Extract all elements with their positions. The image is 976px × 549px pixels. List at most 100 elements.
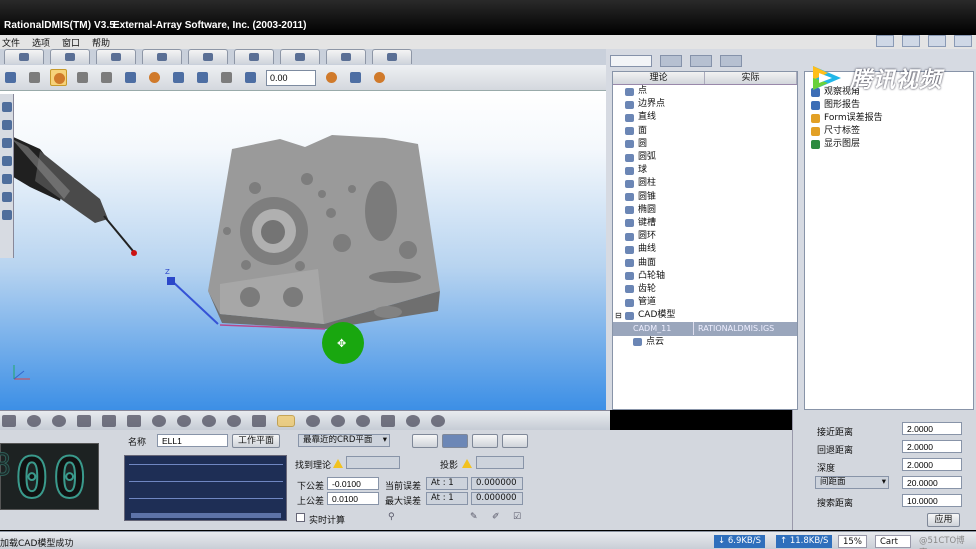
feature-gear-icon[interactable] xyxy=(431,414,445,427)
tree-item-line[interactable]: 直线 xyxy=(613,111,797,124)
offset-input[interactable] xyxy=(266,69,316,86)
approach-input[interactable] xyxy=(902,422,962,435)
probe-tool-icon[interactable] xyxy=(2,102,12,112)
feature-arc-icon[interactable] xyxy=(177,414,191,427)
menu-file[interactable]: 文件 xyxy=(2,36,20,49)
probe-path-button[interactable] xyxy=(347,69,364,86)
home-view-button[interactable] xyxy=(2,69,19,86)
tree-item-ellipse[interactable]: 椭圆 xyxy=(613,204,797,217)
move-button[interactable] xyxy=(122,69,139,86)
pick-icon[interactable] xyxy=(27,414,41,427)
layout-icon[interactable] xyxy=(954,35,972,47)
probe-tool-4-icon[interactable] xyxy=(2,156,12,166)
report-item-dim-label[interactable]: 尺寸标签 xyxy=(805,125,973,138)
tree-item-cone[interactable]: 圆锥 xyxy=(613,191,797,204)
tree-item-pipe[interactable]: 管道 xyxy=(613,296,797,309)
tree-item-camshaft[interactable]: 凸轮轴 xyxy=(613,270,797,283)
menu-help[interactable]: 帮助 xyxy=(92,36,110,49)
search-input[interactable] xyxy=(902,494,962,507)
probe-tool-5-icon[interactable] xyxy=(2,174,12,184)
snap-button[interactable] xyxy=(371,69,388,86)
collapse-icon[interactable]: ⊟ xyxy=(615,309,623,322)
feature-cam-icon[interactable] xyxy=(406,414,420,427)
report-item-form-error[interactable]: Form误差报告 xyxy=(805,112,973,125)
feature-ellipse-icon[interactable] xyxy=(277,414,295,427)
display-config-icon[interactable] xyxy=(928,35,946,47)
workplane-button[interactable]: 工作平面 xyxy=(232,434,280,448)
tab-table[interactable] xyxy=(96,49,136,64)
depth-input[interactable] xyxy=(902,458,962,471)
report-item-layers[interactable]: 显示图层 xyxy=(805,138,973,151)
tree-item-curve[interactable]: 曲线 xyxy=(613,243,797,256)
upper-tol-input[interactable] xyxy=(327,492,379,505)
cad-viewport[interactable]: Z ✥ xyxy=(0,91,606,410)
retract-input[interactable] xyxy=(902,440,962,453)
render-button[interactable] xyxy=(170,69,187,86)
feature-edge-icon[interactable] xyxy=(77,414,91,427)
edit-icon[interactable]: ✎ xyxy=(470,512,478,522)
measure-tab-button[interactable] xyxy=(412,434,438,448)
tab-color[interactable] xyxy=(188,49,228,64)
tree-item-slot[interactable]: 键槽 xyxy=(613,217,797,230)
tab-probes[interactable] xyxy=(660,55,682,67)
tab-report[interactable] xyxy=(372,49,412,64)
tree-item-cylinder[interactable]: 圆柱 xyxy=(613,177,797,190)
col-theory[interactable]: 理论 xyxy=(613,72,705,84)
points-tab-button[interactable] xyxy=(472,434,498,448)
feature-cylinder-icon[interactable] xyxy=(227,414,241,427)
tree-item-gear[interactable]: 齿轮 xyxy=(613,283,797,296)
zoom-window-button[interactable] xyxy=(74,69,91,86)
mode-value-input[interactable] xyxy=(902,476,962,489)
coord-mode-select[interactable]: Cart xyxy=(875,535,911,548)
section-button[interactable] xyxy=(242,69,259,86)
feature-plane-icon[interactable] xyxy=(127,414,141,427)
probe-tool-2-icon[interactable] xyxy=(2,120,12,130)
feature-line-icon[interactable] xyxy=(102,414,116,427)
probe-tool-7-icon[interactable] xyxy=(2,210,12,220)
feature-sphere-icon[interactable] xyxy=(202,414,216,427)
feature-torus-icon[interactable] xyxy=(331,414,345,427)
feature-circle-icon[interactable] xyxy=(152,414,166,427)
report-item-graphic[interactable]: 图形报告 xyxy=(805,99,973,112)
feature-cone-icon[interactable] xyxy=(252,414,266,427)
tree-item-cad-model[interactable]: ⊟ CAD模型 xyxy=(613,309,797,322)
tab-filter[interactable] xyxy=(690,55,712,67)
feature-name-input[interactable] xyxy=(157,434,228,447)
tree-item-plane[interactable]: 面 xyxy=(613,125,797,138)
confirm-icon[interactable]: ☑ xyxy=(513,512,521,522)
lower-tol-input[interactable] xyxy=(327,477,379,490)
measure-button[interactable] xyxy=(194,69,211,86)
tree-item-surface[interactable]: 曲面 xyxy=(613,256,797,269)
tab-home[interactable] xyxy=(4,49,44,64)
tree-item-cad-file[interactable]: CADM_11 RATIONALDMIS.IGS xyxy=(613,322,797,336)
clip-button[interactable] xyxy=(218,69,235,86)
view-button[interactable] xyxy=(146,69,163,86)
feature-slot-icon[interactable] xyxy=(306,414,320,427)
tool-icon[interactable]: ✐ xyxy=(492,512,500,522)
tree-item-arc[interactable]: 圆弧 xyxy=(613,151,797,164)
tree-item-point[interactable]: 点 xyxy=(613,85,797,98)
tab-features[interactable] xyxy=(610,55,652,67)
find-theory-field[interactable] xyxy=(346,456,400,469)
tab-settings[interactable] xyxy=(280,49,320,64)
crosshair-button[interactable] xyxy=(323,69,340,86)
settings-tab-button[interactable] xyxy=(502,434,528,448)
realtime-checkbox[interactable] xyxy=(296,513,305,522)
select-button[interactable] xyxy=(26,69,43,86)
tree-item-edge-point[interactable]: 边界点 xyxy=(613,98,797,111)
probe-tool-6-icon[interactable] xyxy=(2,192,12,202)
tree-item-torus[interactable]: 圆环 xyxy=(613,230,797,243)
machine-config-icon[interactable] xyxy=(902,35,920,47)
apply-button[interactable]: 应用 xyxy=(927,513,960,527)
tab-chat[interactable] xyxy=(326,49,366,64)
crd-plane-select[interactable]: 最靠近的CRD平面 ▾ xyxy=(298,434,390,447)
tab-tools[interactable] xyxy=(720,55,742,67)
tree-item-circle[interactable]: 圆 xyxy=(613,138,797,151)
probe-mini-icon[interactable]: ⚲ xyxy=(388,512,395,522)
tree-item-point-cloud[interactable]: 点云 xyxy=(613,336,797,349)
graph-scrollbar[interactable] xyxy=(131,513,281,518)
probe-tool-3-icon[interactable] xyxy=(2,138,12,148)
feature-point-icon[interactable] xyxy=(52,414,66,427)
mode-select[interactable]: 间距面 ▾ xyxy=(815,476,889,489)
col-actual[interactable]: 实际 xyxy=(705,72,797,84)
